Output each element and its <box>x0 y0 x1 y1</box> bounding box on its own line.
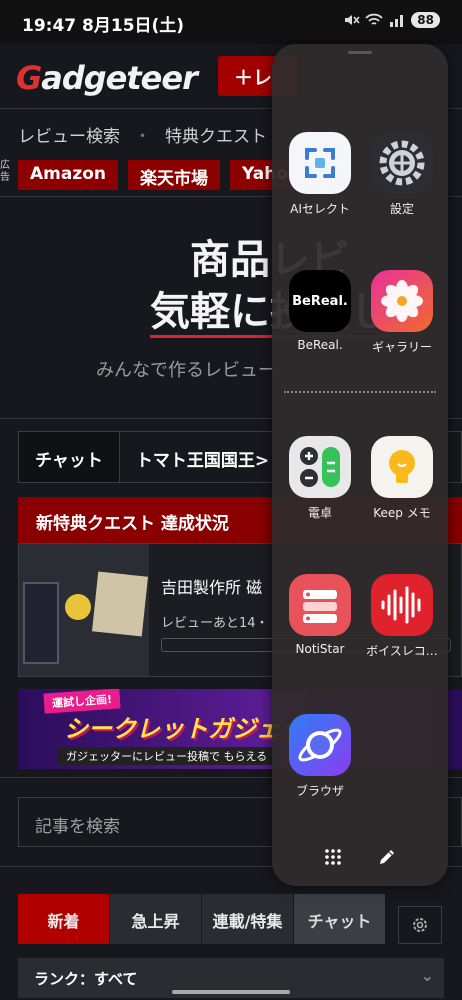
edge-panel-handle[interactable] <box>348 51 372 54</box>
tab-tomato-king[interactable]: トマト王国国王> <box>120 432 285 482</box>
tab-series[interactable]: 連載/特集 <box>202 894 294 944</box>
app-label: ブラウザ <box>295 784 344 798</box>
tab-chat[interactable]: チャット <box>19 432 120 482</box>
app-label: NotiStar <box>295 642 345 656</box>
rank-filter-label: ランク：すべて <box>34 970 138 988</box>
notistar-icon <box>289 574 351 636</box>
tab-trending[interactable]: 急上昇 <box>110 894 202 944</box>
chevron-down-icon: ⌄ <box>420 966 434 985</box>
ad-rakuten[interactable]: 楽天市場 <box>128 160 221 190</box>
edge-panel: AIセレクト 設定 BeReal. BeReal. ギャラリー 電卓 Keep … <box>272 44 448 886</box>
app-label: Keep メモ <box>373 506 431 520</box>
app-bereal[interactable]: BeReal. BeReal. <box>278 270 362 352</box>
settings-gear-icon <box>371 132 433 194</box>
edit-pencil-icon[interactable] <box>372 842 402 872</box>
main-nav: レビュー検索 ・ 特典クエスト <box>18 122 267 147</box>
status-bar: 19:47 8月15日(土) 88 <box>0 0 462 44</box>
feed-settings-button[interactable] <box>398 906 442 944</box>
gear-icon <box>413 918 427 932</box>
bereal-icon: BeReal. <box>289 270 351 332</box>
ad-label: 広告 <box>0 160 10 183</box>
keep-bulb-icon <box>371 436 433 498</box>
app-ai-select[interactable]: AIセレクト <box>278 132 362 217</box>
quest-title: 吉田製作所 磁 <box>161 578 263 597</box>
app-gallery[interactable]: ギャラリー <box>360 270 444 355</box>
app-label: AIセレクト <box>290 202 350 216</box>
banner-subtitle: ガジェッターにレビュー投稿で もらえる <box>58 747 276 765</box>
calculator-icon <box>289 436 351 498</box>
edge-panel-divider <box>284 391 436 393</box>
site-logo[interactable]: Gadgeteer <box>16 56 198 100</box>
wifi-icon <box>365 13 383 25</box>
status-icons: 88 <box>342 12 440 28</box>
status-time: 19:47 8月15日(土) <box>22 16 185 36</box>
app-label: 電卓 <box>307 506 332 520</box>
hero-subtitle: みんなで作るレビュー <box>96 360 276 381</box>
app-label: BeReal. <box>297 338 343 352</box>
quest-progress-text: レビューあと14・ <box>161 616 269 631</box>
browser-planet-icon <box>289 714 351 776</box>
grid-menu-icon[interactable] <box>318 842 348 872</box>
app-label: 設定 <box>389 202 414 216</box>
voice-recorder-icon <box>371 574 433 636</box>
tab-feed-chat[interactable]: チャット <box>294 894 386 944</box>
edge-panel-footer <box>272 828 448 886</box>
app-label: ボイスレコ… <box>366 644 438 658</box>
app-voice-recorder[interactable]: ボイスレコ… <box>360 574 444 659</box>
gallery-flower-icon <box>371 270 433 332</box>
app-keep[interactable]: Keep メモ <box>360 436 444 521</box>
app-browser[interactable]: ブラウザ <box>278 714 362 799</box>
signal-icon <box>390 15 404 27</box>
app-label: ギャラリー <box>371 340 432 354</box>
ai-select-icon <box>289 132 351 194</box>
battery-indicator: 88 <box>411 12 440 28</box>
nav-bonus-quest[interactable]: 特典クエスト <box>165 122 267 147</box>
mute-icon <box>345 15 360 25</box>
home-indicator[interactable] <box>172 990 290 994</box>
app-settings[interactable]: 設定 <box>360 132 444 217</box>
nav-review-search[interactable]: レビュー検索 <box>18 122 120 147</box>
app-calculator[interactable]: 電卓 <box>278 436 362 521</box>
feed-tabs: 新着 急上昇 連載/特集 チャット <box>18 894 388 944</box>
nav-separator: ・ <box>134 127 151 147</box>
ad-amazon[interactable]: Amazon <box>18 160 119 190</box>
tab-new[interactable]: 新着 <box>18 894 110 944</box>
app-notistar[interactable]: NotiStar <box>278 574 362 656</box>
ad-links: Amazon 楽天市場 Yaho <box>18 160 301 190</box>
quest-product-image <box>19 544 149 676</box>
